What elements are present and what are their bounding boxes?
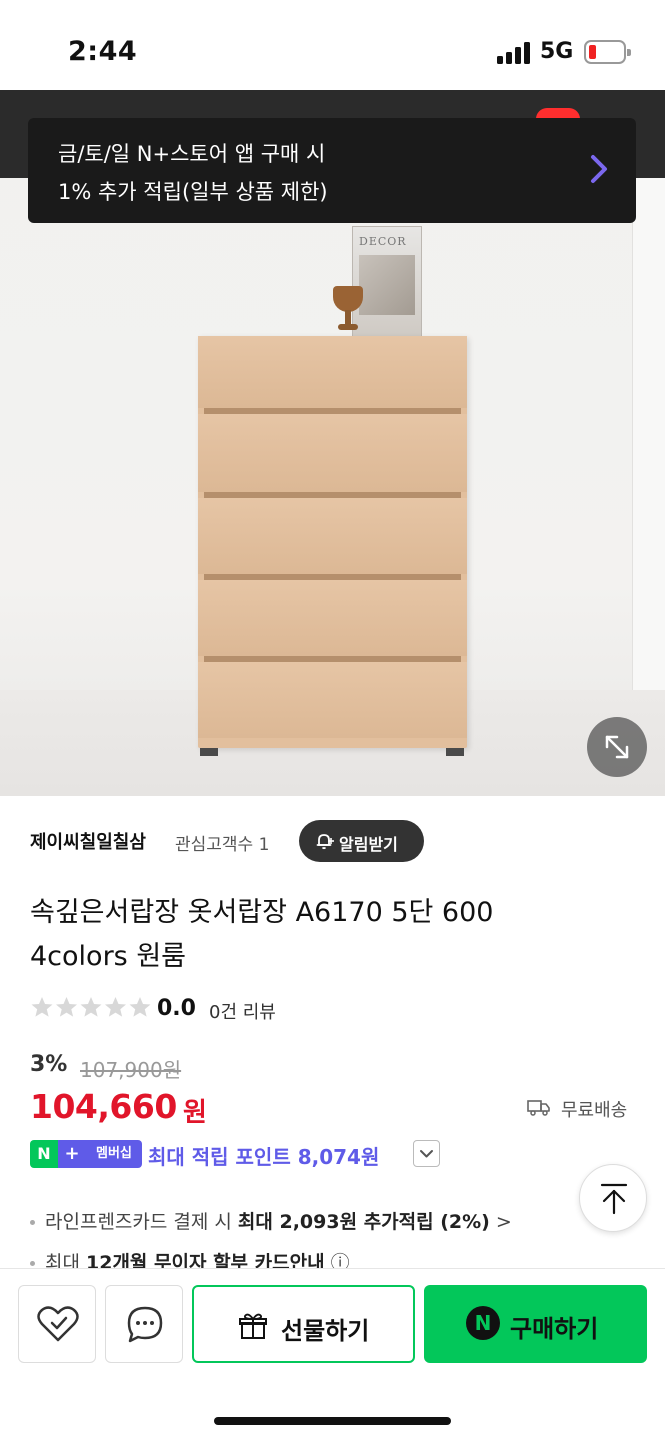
expand-image-button[interactable] xyxy=(587,717,647,777)
shipping-label: 무료배송 xyxy=(561,1100,628,1121)
follower-count: 관심고객수 1 xyxy=(175,835,270,855)
magazine-title: DECOR xyxy=(359,235,407,248)
original-price: 107,900원 xyxy=(80,1058,182,1082)
promo-text-line2: 1% 추가 적립(일부 상품 제한) xyxy=(58,180,328,204)
max-points-text: 최대 적립 포인트 8,074원 xyxy=(148,1145,380,1169)
product-title-line2: 4colors 원룸 xyxy=(30,941,186,972)
bullet-icon xyxy=(30,1261,35,1266)
naver-n-badge: N xyxy=(30,1140,58,1168)
wishlist-button[interactable] xyxy=(18,1285,96,1363)
review-count-link[interactable]: 0건 리뷰 xyxy=(209,998,276,1024)
home-indicator xyxy=(214,1417,451,1425)
arrow-up-icon xyxy=(600,1183,628,1215)
star-icon xyxy=(129,997,151,1017)
heart-check-icon xyxy=(37,1306,79,1342)
vase-prop xyxy=(333,286,363,338)
bullet-icon xyxy=(30,1220,35,1225)
sale-price: 104,660 xyxy=(30,1087,177,1126)
discount-rate: 3% xyxy=(30,1052,68,1077)
naver-pay-icon: N xyxy=(466,1306,500,1340)
buy-button[interactable]: N 구매하기 xyxy=(424,1285,647,1363)
status-bar: 2:44 5G xyxy=(0,0,665,90)
chevron-down-icon xyxy=(420,1150,433,1158)
gift-label: 선물하기 xyxy=(281,1317,370,1345)
talk-button[interactable] xyxy=(105,1285,183,1363)
buy-label: 구매하기 xyxy=(510,1315,599,1343)
chat-bubble-icon xyxy=(127,1306,163,1343)
store-name[interactable]: 제이씨칠일칠삼 xyxy=(30,828,146,854)
price-unit: 원 xyxy=(183,1098,207,1128)
card-benefit-item[interactable]: 라인프렌즈카드 결제 시 최대 2,093원 추가적립 (2%) > xyxy=(30,1207,512,1234)
bell-plus-icon xyxy=(316,834,334,850)
gift-button[interactable]: 선물하기 xyxy=(192,1285,415,1363)
product-title-line1: 속깊은서랍장 옷서랍장 A6170 5단 600 xyxy=(30,897,494,928)
status-time: 2:44 xyxy=(68,36,138,67)
battery-icon xyxy=(584,40,631,64)
star-rating xyxy=(31,997,151,1017)
points-expand-button[interactable] xyxy=(413,1140,440,1167)
star-icon xyxy=(80,997,102,1017)
rating-value: 0.0 xyxy=(157,996,196,1021)
membership-badge: 멤버십 xyxy=(86,1140,142,1168)
star-icon xyxy=(105,997,126,1017)
chevron-right-icon xyxy=(591,155,607,183)
promo-banner[interactable]: 금/토/일 N+스토어 앱 구매 시 1% 추가 적립(일부 상품 제한) xyxy=(28,118,636,223)
network-type: 5G xyxy=(540,39,574,64)
dresser-photo xyxy=(198,336,467,756)
expand-icon xyxy=(605,735,629,759)
promo-text-line1: 금/토/일 N+스토어 앱 구매 시 xyxy=(58,142,326,166)
notify-label: 알림받기 xyxy=(339,835,398,854)
star-icon xyxy=(56,997,77,1017)
gift-icon xyxy=(239,1313,267,1339)
star-icon xyxy=(31,997,53,1017)
truck-icon xyxy=(527,1100,550,1116)
product-image[interactable]: DECOR 금/토/일 N+스토어 앱 구매 시 1% 추가 적립(일부 상품 … xyxy=(0,90,665,796)
notify-button[interactable]: 알림받기 xyxy=(299,820,424,862)
plus-badge: + xyxy=(58,1140,86,1168)
scroll-to-top-button[interactable] xyxy=(579,1164,647,1232)
bottom-action-bar: 선물하기 N 구매하기 xyxy=(0,1268,665,1440)
signal-icon xyxy=(497,42,533,64)
